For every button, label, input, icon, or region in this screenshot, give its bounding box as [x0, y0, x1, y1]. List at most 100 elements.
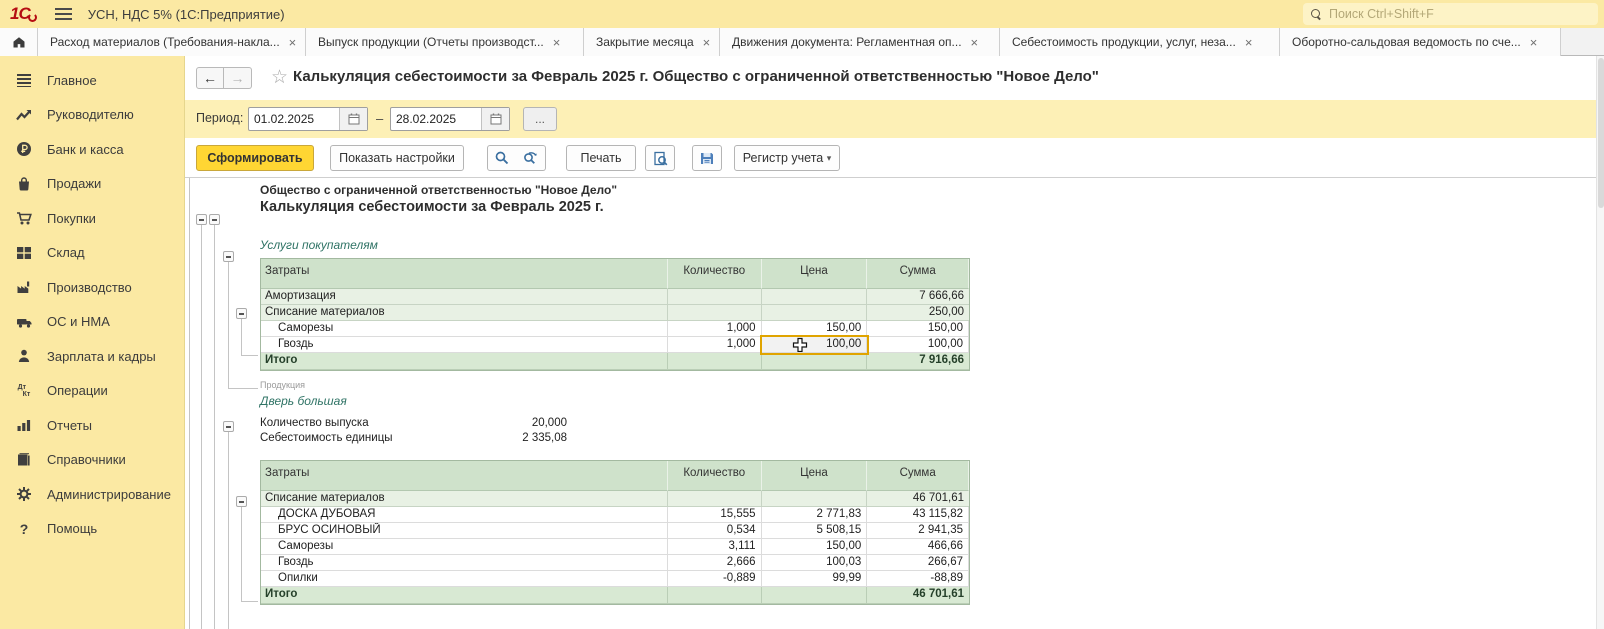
close-icon[interactable]: ×	[703, 36, 711, 49]
group-collapse-button[interactable]	[209, 214, 220, 225]
group-collapse-button[interactable]	[196, 214, 207, 225]
sidebar-item-operacii[interactable]: ДтКт Операции	[0, 374, 184, 409]
product-name: Дверь большая	[260, 394, 347, 408]
sidebar-item-zarplata-kadry[interactable]: Зарплата и кадры	[0, 339, 184, 374]
bar-chart-icon	[14, 417, 34, 433]
period-more-button[interactable]: ...	[523, 107, 557, 131]
group-line	[201, 225, 202, 629]
group-line	[241, 601, 258, 602]
period-to-field[interactable]	[390, 107, 510, 131]
group-line	[241, 319, 242, 355]
close-icon[interactable]: ×	[553, 36, 561, 49]
help-icon: ?	[14, 521, 34, 537]
group-line	[241, 507, 242, 601]
group-collapse-button[interactable]	[236, 496, 247, 507]
period-to-input[interactable]	[391, 108, 481, 130]
close-icon[interactable]: ×	[289, 36, 297, 49]
group-collapse-button[interactable]	[223, 421, 234, 432]
ruble-coin-icon	[14, 141, 34, 157]
home-icon	[11, 34, 27, 50]
group-line	[241, 355, 258, 356]
print-preview-button[interactable]	[645, 145, 675, 171]
table-row[interactable]: Списание материалов 250,00	[261, 305, 969, 321]
sidebar-item-sklad[interactable]: Склад	[0, 236, 184, 271]
report-org-name: Общество с ограниченной ответственностью…	[260, 183, 617, 197]
save-button[interactable]	[692, 145, 722, 171]
calendar-icon[interactable]	[339, 108, 367, 130]
product-cost-table: Затраты Количество Цена Сумма Списание м…	[260, 460, 970, 605]
group-line	[214, 225, 215, 629]
tab-osv[interactable]: Оборотно-сальдовая ведомость по сче...×	[1280, 28, 1561, 56]
report-toolbar: Сформировать Показать настройки Печать Р…	[185, 138, 1604, 178]
nav-back-button[interactable]: ←	[196, 67, 224, 89]
period-dash: –	[376, 111, 383, 126]
table-header-row: Затраты Количество Цена Сумма	[261, 259, 969, 289]
table-row[interactable]: ДОСКА ДУБОВАЯ 15,555 2 771,83 43 115,82	[261, 507, 969, 523]
view-title: Калькуляция себестоимости за Февраль 202…	[293, 68, 1099, 85]
field-value: 2 335,08	[447, 432, 567, 444]
global-search[interactable]	[1303, 3, 1598, 25]
window-titlebar: 1С УСН, НДС 5% (1С:Предприятие)	[0, 0, 1604, 28]
generate-button[interactable]: Сформировать	[196, 145, 314, 171]
section1-title: Услуги покупателям	[260, 238, 378, 252]
calendar-icon[interactable]	[481, 108, 509, 130]
chevron-down-icon: ▾	[827, 153, 832, 164]
sidebar-item-pomosch[interactable]: ? Помощь	[0, 512, 184, 547]
tab-sebestoimost[interactable]: Себестоимость продукции, услуг, неза...×	[1000, 28, 1280, 56]
table-row[interactable]: БРУС ОСИНОВЫЙ 0,534 5 508,15 2 941,35	[261, 523, 969, 539]
view-header: ← → ☆ Калькуляция себестоимости за Февра…	[185, 56, 1604, 100]
selected-cell[interactable]: 100,00	[762, 337, 868, 353]
close-icon[interactable]: ×	[1530, 36, 1538, 49]
table-row[interactable]: Гвоздь 1,000 100,00 100,00	[261, 337, 969, 353]
scrollbar-thumb[interactable]	[1598, 58, 1604, 208]
sidebar-item-otchety[interactable]: Отчеты	[0, 408, 184, 443]
table-row[interactable]: Гвоздь 2,666 100,03 266,67	[261, 555, 969, 571]
find-next-button[interactable]	[516, 145, 546, 171]
find-button[interactable]	[487, 145, 517, 171]
tab-rashod-materialov[interactable]: Расход материалов (Требования-накла...×	[38, 28, 306, 56]
sidebar-item-os-nma[interactable]: ОС и НМА	[0, 305, 184, 340]
vertical-scrollbar[interactable]	[1596, 56, 1604, 629]
sidebar-item-proizvodstvo[interactable]: Производство	[0, 270, 184, 305]
sidebar-item-administrirovanie[interactable]: Администрирование	[0, 477, 184, 512]
preview-icon	[653, 151, 668, 166]
register-dropdown-button[interactable]: Регистр учета ▾	[734, 145, 840, 171]
warehouse-grid-icon	[14, 245, 34, 261]
sidebar-item-pokupki[interactable]: Покупки	[0, 201, 184, 236]
sidebar-item-glavnoe[interactable]: Главное	[0, 63, 184, 98]
sidebar-item-prodazhi[interactable]: Продажи	[0, 167, 184, 202]
period-from-field[interactable]	[248, 107, 368, 131]
sidebar-item-bank-kassa[interactable]: Банк и касса	[0, 132, 184, 167]
period-from-input[interactable]	[249, 108, 339, 130]
sidebar-item-rukovoditelyu[interactable]: Руководителю	[0, 98, 184, 133]
nav-forward-button[interactable]: →	[224, 67, 252, 89]
home-tab[interactable]	[0, 28, 38, 56]
sidebar-item-spravochniki[interactable]: Справочники	[0, 443, 184, 478]
close-icon[interactable]: ×	[971, 36, 979, 49]
table-row[interactable]: Саморезы 3,111 150,00 466,66	[261, 539, 969, 555]
table-total-row: Итого 46 701,61	[261, 587, 969, 604]
tab-dvizheniya-dokumenta[interactable]: Движения документа: Регламентная оп...×	[720, 28, 1000, 56]
table-row[interactable]: Списание материалов 46 701,61	[261, 491, 969, 507]
tab-vypusk-produkcii[interactable]: Выпуск продукции (Отчеты производст...×	[306, 28, 584, 56]
favorite-star-icon[interactable]: ☆	[271, 66, 288, 89]
shopping-bag-icon	[14, 176, 34, 192]
tab-zakrytie-mesyaca[interactable]: Закрытие месяца×	[584, 28, 720, 56]
window-title: УСН, НДС 5% (1С:Предприятие)	[88, 7, 285, 22]
main-menu-icon[interactable]	[55, 8, 72, 20]
table-row[interactable]: Саморезы 1,000 150,00 150,00	[261, 321, 969, 337]
table-row[interactable]: Амортизация 7 666,66	[261, 289, 969, 305]
gear-icon	[14, 486, 34, 502]
truck-icon	[14, 314, 34, 330]
show-settings-button[interactable]: Показать настройки	[330, 145, 464, 171]
close-icon[interactable]: ×	[1245, 36, 1253, 49]
book-icon	[14, 452, 34, 468]
table-row[interactable]: Опилки -0,889 99,99 -88,89	[261, 571, 969, 587]
floppy-disk-icon	[700, 151, 714, 165]
group-collapse-button[interactable]	[223, 251, 234, 262]
group-collapse-button[interactable]	[236, 308, 247, 319]
print-button[interactable]: Печать	[566, 145, 636, 171]
search-refresh-icon	[523, 151, 538, 165]
search-input[interactable]	[1329, 7, 1590, 21]
group-line	[189, 178, 190, 629]
